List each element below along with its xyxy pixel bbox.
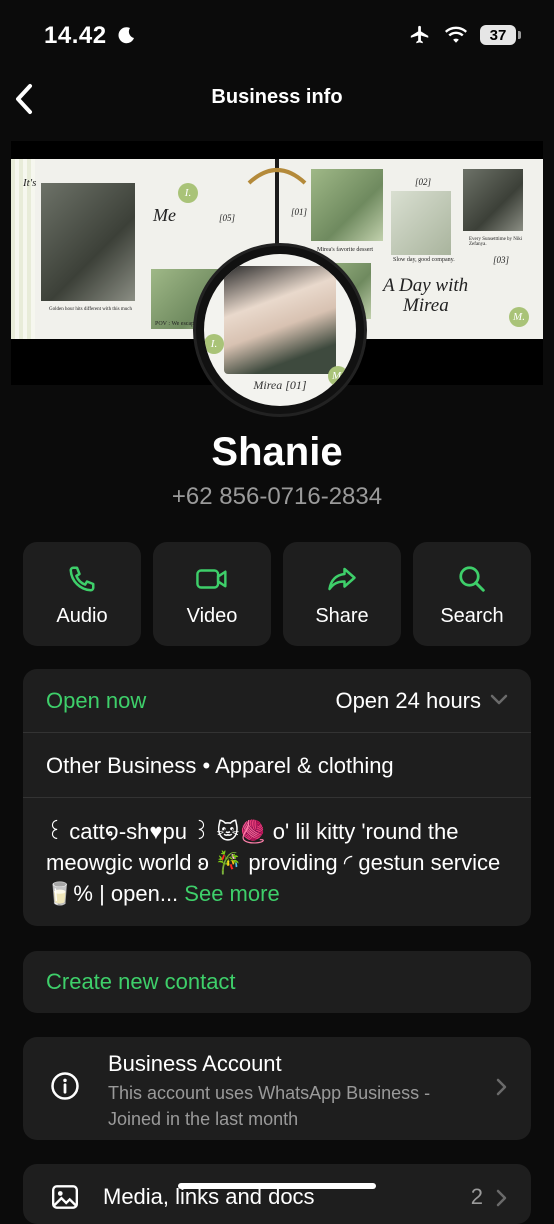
phone-icon (69, 566, 95, 592)
moon-icon (118, 27, 134, 44)
category-text: Other Business • Apparel & clothing (46, 753, 394, 778)
video-icon (196, 569, 227, 589)
video-label: Video (186, 605, 238, 627)
chevron-down-icon (490, 694, 508, 705)
profile-name: Shanie (211, 430, 343, 474)
audio-label: Audio (56, 605, 108, 627)
cover-photo (391, 191, 451, 255)
avatar-dot: I. (204, 334, 224, 354)
create-contact-button[interactable]: Create new contact (23, 951, 531, 1013)
avatar-dot-label: I. (210, 338, 218, 350)
search-label: Search (440, 605, 504, 627)
cover-photo (41, 183, 135, 301)
cover-text: [03] (493, 255, 510, 265)
cover-text: It's (23, 177, 37, 189)
media-count: 2 (470, 1184, 483, 1209)
cover-caption: Slow day, good company. (393, 257, 455, 263)
audio-button[interactable]: Audio (23, 542, 141, 646)
cover-caption: Golden hour hits different with this muc… (49, 307, 132, 312)
action-buttons: Audio Video Share Search (23, 542, 531, 646)
cover-dot-label: M. (513, 311, 525, 323)
share-button[interactable]: Share (283, 542, 401, 646)
binder-clip-icon (247, 168, 307, 185)
cover-text: Me (153, 205, 176, 225)
cover-text: [01] (291, 207, 308, 217)
cover-text: Mirea (403, 295, 449, 316)
cover-photo (311, 169, 383, 241)
profile-phone[interactable]: +62 856-0716-2834 (0, 483, 554, 511)
hours-value: Open 24 hours (335, 688, 481, 713)
nav-bar: Business info (0, 72, 554, 124)
page-title: Business info (211, 86, 343, 108)
cover-caption: Every Sunsetttime by Niki Zefanya. (469, 237, 523, 247)
cover-caption: Mirea's favorite dessert (317, 247, 374, 253)
photo-icon (52, 1185, 78, 1209)
avatar-polaroid: I. M. Mirea [01] (204, 254, 356, 406)
cover-text: [02] (415, 177, 432, 187)
battery-indicator: 37 (480, 25, 521, 45)
profile-avatar[interactable]: I. M. Mirea [01] (193, 243, 367, 417)
cover-photo (463, 169, 523, 231)
airplane-icon (410, 25, 429, 44)
chevron-right-icon (496, 1189, 507, 1207)
hours-row[interactable]: Open now Open 24 hours (23, 669, 531, 733)
business-account-row[interactable]: Business Account This account uses Whats… (23, 1037, 531, 1140)
cover-dot: I. (178, 183, 198, 203)
chevron-right-icon (496, 1078, 507, 1096)
avatar-caption: Mirea [01] (253, 378, 307, 392)
business-category: Other Business • Apparel & clothing (23, 733, 531, 798)
cover-caption: POV : We escape (155, 321, 197, 327)
info-icon (51, 1072, 79, 1100)
business-account-title: Business Account (108, 1051, 282, 1076)
business-details-card: Open now Open 24 hours Other Business • … (23, 669, 531, 926)
cover-text: [05] (219, 213, 236, 223)
cover-text: A Day with (383, 275, 469, 296)
avatar-photo (224, 266, 336, 374)
search-button[interactable]: Search (413, 542, 531, 646)
search-icon (459, 566, 485, 592)
see-more-link[interactable]: See more (184, 881, 279, 906)
wifi-icon (445, 26, 467, 43)
cover-dot: M. (509, 307, 529, 327)
create-contact-label: Create new contact (46, 969, 236, 994)
business-account-subtitle: This account uses WhatsApp Business - Jo… (108, 1083, 431, 1129)
status-time: 14.42 (44, 22, 107, 49)
share-label: Share (315, 605, 369, 627)
open-status: Open now (46, 688, 147, 713)
status-bar: 14.42 37 (0, 0, 554, 72)
home-indicator[interactable] (178, 1183, 376, 1189)
media-links-docs-row[interactable]: Media, links and docs 2 (23, 1164, 531, 1224)
business-description: ꒰ catt໑-sh♥︎pu ꒱ 🐱🧶 o' lil kitty 'round … (23, 798, 531, 926)
share-icon (328, 567, 356, 591)
battery-level: 37 (489, 26, 507, 44)
cover-dot-label: I. (184, 187, 192, 199)
video-button[interactable]: Video (153, 542, 271, 646)
